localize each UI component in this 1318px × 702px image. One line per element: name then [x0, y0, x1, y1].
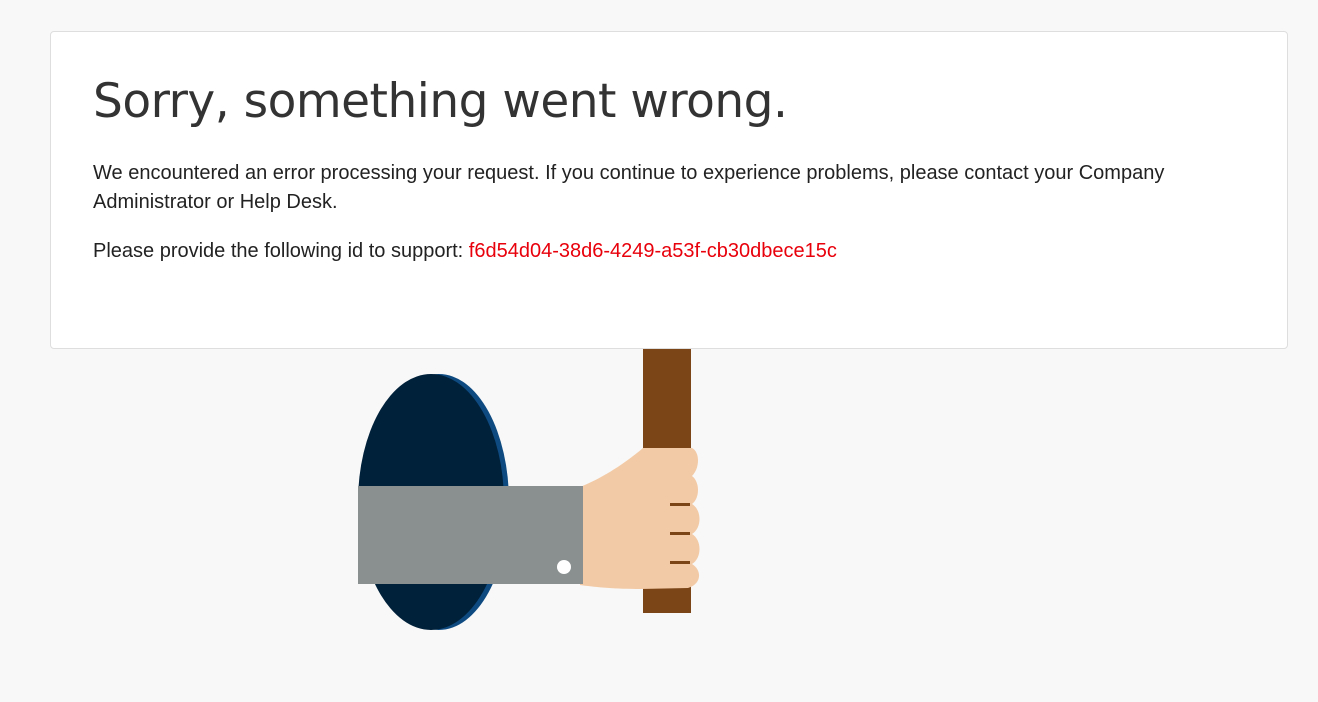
finger-crease	[670, 532, 690, 535]
hand-shape	[580, 448, 700, 589]
finger-crease	[670, 561, 690, 564]
error-message: We encountered an error processing your …	[93, 162, 1165, 213]
page-title: Sorry, something went wrong.	[93, 74, 788, 129]
cuff-button-shape	[557, 560, 571, 574]
support-id-value: f6d54d04-38d6-4249-a53f-cb30dbece15c	[468, 240, 837, 262]
support-id-line: Please provide the following id to suppo…	[93, 237, 837, 266]
error-card: Sorry, something went wrong. We encounte…	[50, 31, 1288, 349]
support-id-label: Please provide the following id to suppo…	[93, 240, 464, 262]
hand-holding-sign-icon	[340, 340, 720, 640]
finger-crease	[670, 503, 690, 506]
error-page: Sorry, something went wrong. We encounte…	[0, 0, 1318, 702]
sleeve-shape	[358, 486, 583, 584]
